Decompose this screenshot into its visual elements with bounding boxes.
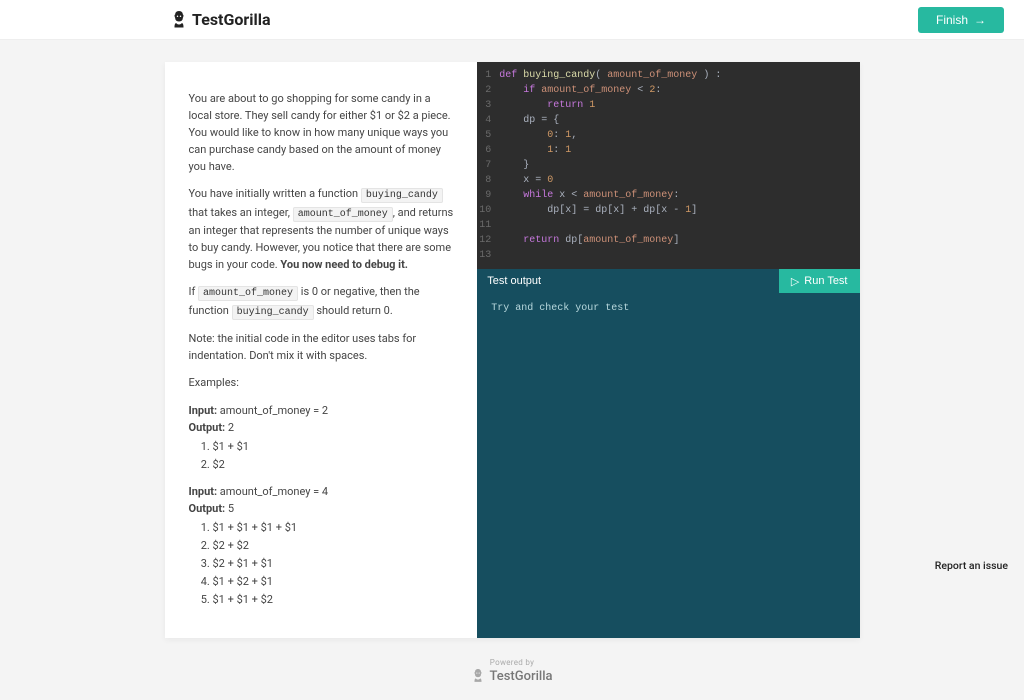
arrow-right-icon: →: [974, 13, 986, 27]
code-line: 6 1: 1: [477, 143, 859, 158]
test-bar: Test output ▷ Run Test: [477, 269, 859, 293]
code-line: 2 if amount_of_money < 2:: [477, 83, 859, 98]
test-output-label: Test output: [487, 275, 541, 287]
gorilla-icon: [471, 667, 485, 685]
ex1-io: Input: amount_of_money = 2 Output: 2: [189, 402, 454, 436]
list-item: $1 + $1: [213, 438, 454, 455]
code-line: 13: [477, 248, 859, 263]
line-number: 7: [477, 158, 499, 173]
line-number: 9: [477, 188, 499, 203]
t: You have initially written a function: [189, 187, 361, 200]
run-test-button[interactable]: ▷ Run Test: [779, 269, 860, 293]
code-line: 12 return dp[amount_of_money]: [477, 233, 859, 248]
list-item: $1 + $1 + $2: [213, 591, 454, 608]
line-number: 8: [477, 173, 499, 188]
code-line: 4 dp = {: [477, 113, 859, 128]
code-line: 11: [477, 218, 859, 233]
code-line: 5 0: 1,: [477, 128, 859, 143]
code-line: 3 return 1: [477, 98, 859, 113]
input-val: amount_of_money = 4: [217, 485, 328, 498]
line-number: 11: [477, 218, 499, 233]
line-number: 10: [477, 203, 499, 218]
code-line: 10 dp[x] = dp[x] + dp[x - 1]: [477, 203, 859, 218]
line-number: 1: [477, 68, 499, 83]
bold-debug: You now need to debug it.: [280, 258, 408, 271]
code-fn: buying_candy: [361, 188, 443, 203]
input-label: Input:: [189, 485, 218, 498]
problem-panel: You are about to go shopping for some ca…: [165, 62, 478, 638]
list-item: $2 + $2: [213, 537, 454, 554]
code-line: 7 }: [477, 158, 859, 173]
input-val: amount_of_money = 2: [217, 404, 328, 417]
code-line: 8 x = 0: [477, 173, 859, 188]
logo: TestGorilla: [170, 9, 271, 31]
para-2: You have initially written a function bu…: [189, 185, 454, 273]
ex1-list: $1 + $1$2: [189, 438, 454, 473]
line-number: 13: [477, 248, 499, 263]
play-icon: ▷: [791, 275, 799, 288]
line-number: 2: [477, 83, 499, 98]
main-card: You are about to go shopping for some ca…: [165, 62, 860, 638]
output-label: Output:: [189, 421, 226, 434]
list-item: $2: [213, 456, 454, 473]
code-param: amount_of_money: [198, 286, 298, 301]
output-label: Output:: [189, 502, 226, 515]
logo-text: TestGorilla: [192, 10, 271, 29]
test-output-text: Try and check your test: [491, 303, 629, 314]
output-val: 2: [225, 421, 234, 434]
code-line: 9 while x < amount_of_money:: [477, 188, 859, 203]
code-line: 1def buying_candy( amount_of_money ) :: [477, 68, 859, 83]
list-item: $1 + $2 + $1: [213, 573, 454, 590]
code-param: amount_of_money: [293, 207, 393, 222]
powered-by-label: Powered by: [0, 658, 1024, 667]
footer-brand: TestGorilla: [489, 669, 552, 684]
note-paragraph: Note: the initial code in the editor use…: [189, 330, 454, 364]
top-bar: TestGorilla Finish →: [0, 0, 1024, 40]
finish-label: Finish: [936, 13, 968, 27]
line-number: 4: [477, 113, 499, 128]
t: If: [189, 285, 199, 298]
list-item: $2 + $1 + $1: [213, 555, 454, 572]
gorilla-icon: [170, 9, 188, 31]
test-output-panel: Try and check your test: [477, 293, 859, 638]
examples-label: Examples:: [189, 374, 454, 391]
intro-paragraph: You are about to go shopping for some ca…: [189, 90, 454, 175]
t: that takes an integer,: [189, 206, 293, 219]
code-panel: 1def buying_candy( amount_of_money ) :2 …: [477, 62, 859, 638]
run-label: Run Test: [804, 275, 847, 287]
ex2-list: $1 + $1 + $1 + $1$2 + $2$2 + $1 + $1$1 +…: [189, 519, 454, 608]
line-number: 3: [477, 98, 499, 113]
t: should return 0.: [314, 304, 393, 317]
code-fn: buying_candy: [232, 305, 314, 320]
report-issue-link[interactable]: Report an issue: [935, 559, 1008, 572]
list-item: $1 + $1 + $1 + $1: [213, 519, 454, 536]
line-number: 6: [477, 143, 499, 158]
ex2-io: Input: amount_of_money = 4 Output: 5: [189, 483, 454, 517]
input-label: Input:: [189, 404, 218, 417]
line-number: 5: [477, 128, 499, 143]
footer: Powered by TestGorilla: [0, 656, 1024, 687]
line-number: 12: [477, 233, 499, 248]
output-val: 5: [225, 502, 234, 515]
para-3: If amount_of_money is 0 or negative, the…: [189, 283, 454, 320]
footer-logo: TestGorilla: [0, 667, 1024, 685]
code-editor[interactable]: 1def buying_candy( amount_of_money ) :2 …: [477, 62, 859, 269]
finish-button[interactable]: Finish →: [918, 7, 1004, 33]
